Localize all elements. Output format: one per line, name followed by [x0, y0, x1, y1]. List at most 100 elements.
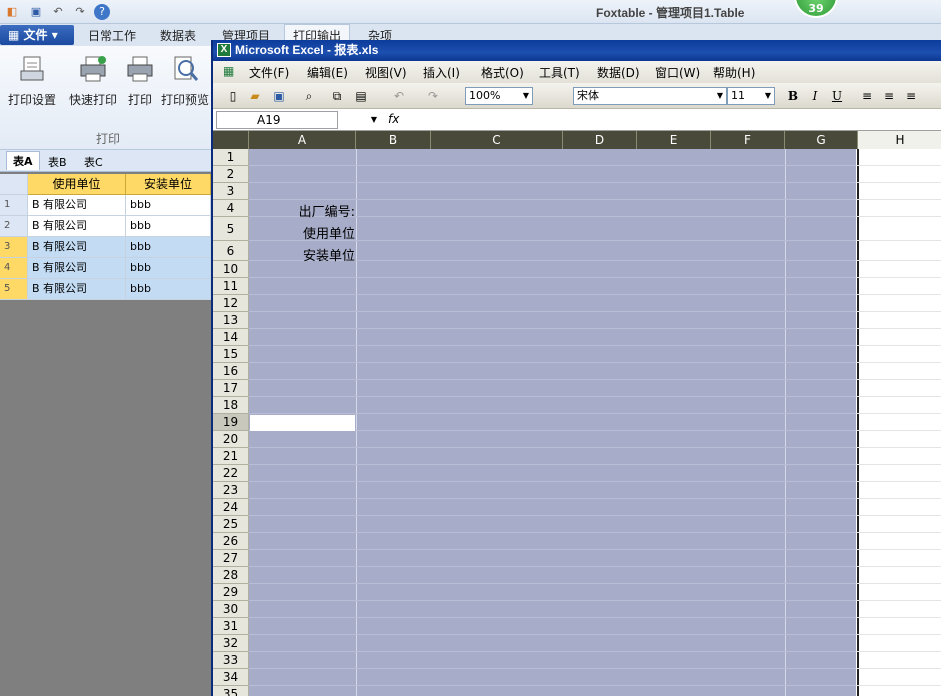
quick-print-button[interactable]: 快速打印	[67, 54, 119, 118]
save-icon[interactable]: ▣	[271, 88, 287, 104]
row-header[interactable]: 30	[213, 601, 249, 618]
cell-a6-label[interactable]: 安装单位	[253, 245, 355, 264]
paste-icon[interactable]: ▤	[353, 88, 369, 104]
row-header[interactable]: 35	[213, 686, 249, 696]
cell-user-unit[interactable]: B 有限公司	[28, 195, 126, 216]
menu-data[interactable]: 数据(D)	[597, 64, 640, 81]
row-header[interactable]: 32	[213, 635, 249, 652]
row-header[interactable]: 20	[213, 431, 249, 448]
row-header[interactable]: 11	[213, 278, 249, 295]
align-right-icon[interactable]: ≡	[903, 88, 919, 104]
cell-install-unit[interactable]: bbb	[126, 258, 211, 279]
row-header[interactable]: 21	[213, 448, 249, 465]
copy-icon[interactable]: ⧉	[329, 88, 345, 104]
row-header[interactable]: 1	[213, 149, 249, 166]
menu-insert[interactable]: 插入(I)	[423, 64, 460, 81]
row-header[interactable]: 3	[213, 183, 249, 200]
print-setup-button[interactable]: 打印设置	[6, 54, 58, 118]
row-header[interactable]: 16	[213, 363, 249, 380]
notification-badge[interactable]: 39	[794, 0, 838, 18]
column-header-e[interactable]: E	[637, 131, 711, 149]
excel-window[interactable]: X Microsoft Excel - 报表.xls ▦ 文件(F) 编辑(E)…	[211, 40, 941, 696]
row-header[interactable]: 27	[213, 550, 249, 567]
bold-icon[interactable]: B	[785, 88, 801, 104]
row-header[interactable]: 33	[213, 652, 249, 669]
cell-user-unit[interactable]: B 有限公司	[28, 279, 126, 300]
column-header-a[interactable]: A	[249, 131, 356, 149]
column-header-f[interactable]: F	[711, 131, 785, 149]
undo-icon[interactable]: ↶	[391, 88, 407, 104]
cell-a5-label[interactable]: 使用单位	[253, 223, 355, 242]
tab-daily-work[interactable]: 日常工作	[88, 27, 136, 44]
column-header-b[interactable]: B	[356, 131, 431, 149]
font-name-select[interactable]: 宋体 ▼	[573, 87, 727, 105]
tab-table-b[interactable]: 表B	[42, 153, 73, 171]
row-header[interactable]: 10	[213, 261, 249, 278]
redo-icon[interactable]: ↷	[425, 88, 441, 104]
row-header[interactable]: 28	[213, 567, 249, 584]
tab-table-c[interactable]: 表C	[78, 153, 109, 171]
cell-install-unit[interactable]: bbb	[126, 195, 211, 216]
row-header[interactable]: 31	[213, 618, 249, 635]
column-header-install-unit[interactable]: 安装单位	[126, 174, 211, 195]
row-header[interactable]: 26	[213, 533, 249, 550]
tab-table-a[interactable]: 表A	[6, 151, 40, 170]
menu-help[interactable]: 帮助(H)	[713, 64, 755, 81]
column-header-c[interactable]: C	[431, 131, 563, 149]
menu-tools[interactable]: 工具(T)	[539, 64, 580, 81]
row-header[interactable]: 13	[213, 312, 249, 329]
menu-view[interactable]: 视图(V)	[365, 64, 407, 81]
zoom-select[interactable]: 100% ▼	[465, 87, 533, 105]
select-all-corner[interactable]	[213, 131, 249, 149]
table-row[interactable]: 1 B 有限公司 bbb	[0, 195, 211, 216]
underline-icon[interactable]: U	[829, 88, 845, 104]
help-icon[interactable]: ?	[94, 4, 110, 20]
column-header-user-unit[interactable]: 使用单位	[28, 174, 126, 195]
row-header[interactable]: 25	[213, 516, 249, 533]
row-header[interactable]: 18	[213, 397, 249, 414]
row-header[interactable]: 22	[213, 465, 249, 482]
worksheet[interactable]: A B C D E F G H 1 2 3 4 5 6 10 11 12 13 …	[213, 131, 941, 696]
row-header[interactable]: 24	[213, 499, 249, 516]
row-header[interactable]: 14	[213, 329, 249, 346]
table-row[interactable]: 5 B 有限公司 bbb	[0, 279, 211, 300]
row-header[interactable]: 4	[213, 200, 249, 217]
grid-corner[interactable]	[0, 174, 28, 195]
cell-user-unit[interactable]: B 有限公司	[28, 216, 126, 237]
align-center-icon[interactable]: ≡	[881, 88, 897, 104]
row-header[interactable]: 23	[213, 482, 249, 499]
row-header[interactable]: 15	[213, 346, 249, 363]
name-box[interactable]: A19 ▼	[216, 111, 377, 129]
row-header[interactable]: 29	[213, 584, 249, 601]
cell-install-unit[interactable]: bbb	[126, 237, 211, 258]
table-row[interactable]: 3 B 有限公司 bbb	[0, 237, 211, 258]
function-icon[interactable]: fx	[388, 112, 399, 126]
italic-icon[interactable]: I	[807, 88, 823, 104]
column-header-g[interactable]: G	[785, 131, 858, 149]
align-left-icon[interactable]: ≡	[859, 88, 875, 104]
app-icon[interactable]: ◧	[4, 4, 20, 20]
column-header-d[interactable]: D	[563, 131, 637, 149]
print-preview-button[interactable]: 打印预览	[160, 54, 210, 118]
row-header[interactable]: 5	[213, 217, 249, 241]
column-header-h[interactable]: H	[858, 131, 941, 149]
undo-icon[interactable]: ↶	[50, 4, 66, 20]
new-file-icon[interactable]: ▯	[225, 88, 241, 104]
selected-cell-a19[interactable]	[250, 415, 355, 431]
print-button[interactable]: 打印	[124, 54, 156, 118]
row-header[interactable]: 12	[213, 295, 249, 312]
tab-data-table[interactable]: 数据表	[160, 27, 196, 44]
menu-format[interactable]: 格式(O)	[481, 64, 524, 81]
workbook-icon[interactable]: ▦	[223, 64, 234, 78]
row-header[interactable]: 17	[213, 380, 249, 397]
menu-file[interactable]: 文件(F)	[249, 64, 289, 81]
file-menu-button[interactable]: ▦ 文件 ▾	[0, 25, 74, 45]
row-header-selected[interactable]: 19	[213, 414, 249, 431]
redo-icon[interactable]: ↷	[72, 4, 88, 20]
table-row[interactable]: 4 B 有限公司 bbb	[0, 258, 211, 279]
cell-install-unit[interactable]: bbb	[126, 216, 211, 237]
row-header[interactable]: 6	[213, 241, 249, 261]
font-size-select[interactable]: 11 ▼	[727, 87, 775, 105]
table-row[interactable]: 2 B 有限公司 bbb	[0, 216, 211, 237]
menu-edit[interactable]: 编辑(E)	[307, 64, 348, 81]
